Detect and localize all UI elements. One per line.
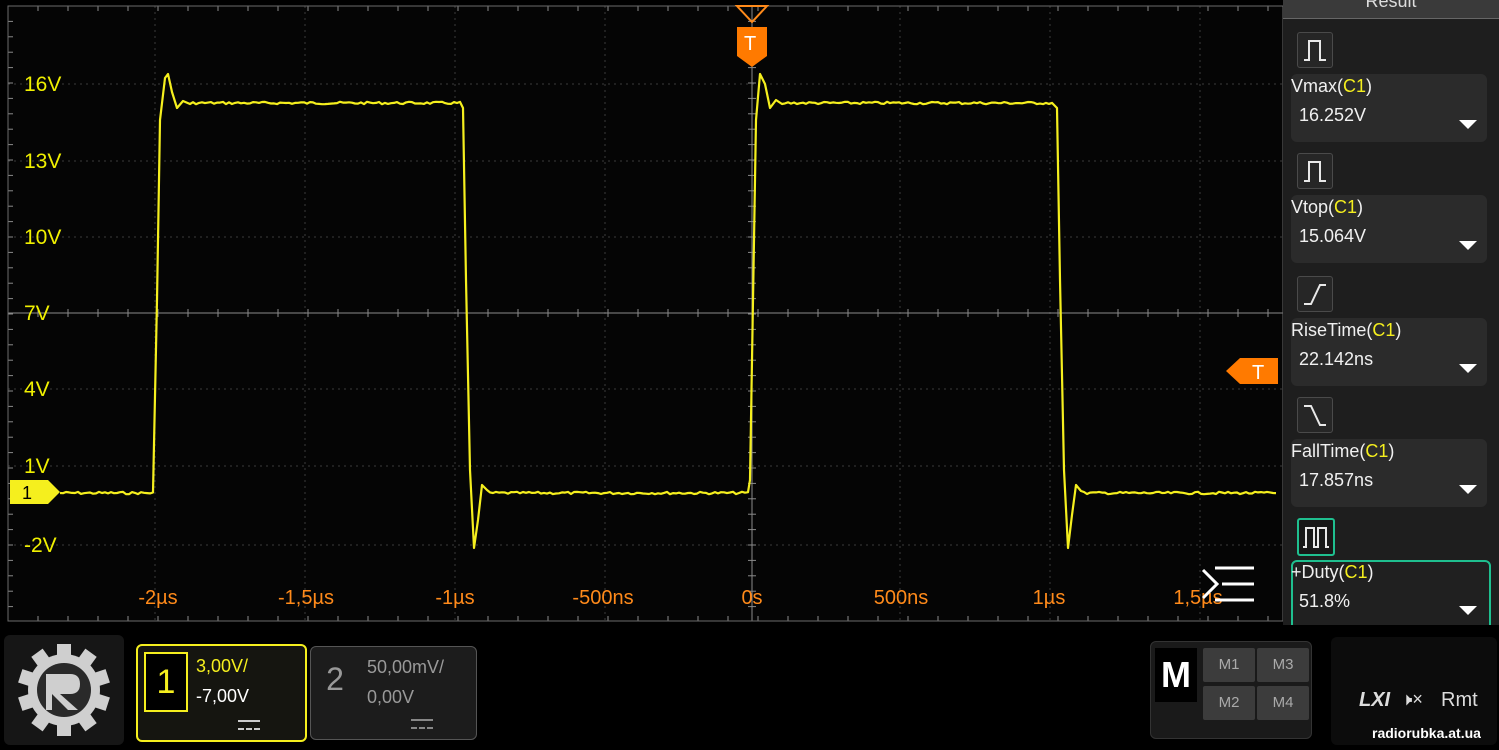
channel-2-scale: 50,00mV/ — [367, 657, 445, 677]
measurement-name: +Duty(C1) — [1291, 562, 1374, 582]
measurement-value: 51.8% — [1299, 591, 1351, 611]
fall-edge-icon[interactable] — [1297, 397, 1333, 433]
remote-status[interactable]: Rmt — [1441, 689, 1478, 712]
time-label: -2µs — [138, 587, 177, 609]
time-label: 1µs — [1033, 587, 1066, 609]
speaker-muted-icon[interactable]: 🕨× — [1401, 689, 1423, 710]
time-label: 500ns — [874, 587, 929, 609]
dc-coupling-icon — [238, 720, 260, 730]
watermark: radiorubka.at.ua — [1372, 725, 1481, 741]
rise-edge-icon[interactable] — [1297, 276, 1333, 312]
panel-header[interactable]: Result — [1283, 0, 1499, 19]
channel-1-scale: 3,00V/ — [196, 656, 249, 676]
channel-2-offset: 0,00V — [367, 687, 415, 707]
chevron-down-icon[interactable] — [1459, 364, 1477, 373]
measurement-name: FallTime(C1) — [1291, 441, 1395, 461]
time-label: -500ns — [572, 587, 633, 609]
channel-1-number: 1 — [144, 652, 188, 712]
lxi-status[interactable]: LXI — [1359, 689, 1390, 712]
voltage-label: -2V — [24, 534, 57, 557]
measurement-value: 17.857ns — [1299, 470, 1374, 490]
math-m3-button[interactable]: M3 — [1257, 648, 1309, 682]
time-label: 1,5µs — [1173, 587, 1222, 609]
dc-coupling-icon — [411, 719, 433, 729]
channel-2-settings[interactable]: 2 50,00mV/ 0,00V — [310, 646, 477, 740]
voltage-label: 7V — [24, 302, 50, 325]
pulse-icon[interactable] — [1297, 32, 1333, 68]
duty-icon[interactable] — [1297, 518, 1335, 556]
math-menu[interactable]: M M1 M3 M2 M4 — [1150, 641, 1312, 739]
pulse-icon[interactable] — [1297, 153, 1333, 189]
chevron-down-icon[interactable] — [1459, 241, 1477, 250]
time-label: 0s — [741, 587, 762, 609]
math-m4-button[interactable]: M4 — [1257, 686, 1309, 720]
measurement-value: 15.064V — [1299, 226, 1367, 246]
math-m1-button[interactable]: M1 — [1203, 648, 1255, 682]
home-button[interactable] — [4, 635, 124, 745]
measurement-name: Vtop(C1) — [1291, 197, 1364, 217]
time-label: -1µs — [435, 587, 474, 609]
svg-text:1: 1 — [22, 483, 32, 503]
time-label: -1,5µs — [278, 587, 334, 609]
voltage-label: 1V — [24, 455, 50, 478]
channel-1-settings[interactable]: 1 3,00V/ -7,00V — [136, 644, 307, 742]
measurement-name: Vmax(C1) — [1291, 76, 1373, 96]
measurement-panel: Result Vmax(C1) 16.252V Vtop(C1) 15.064V Ris… — [1283, 0, 1499, 632]
measurement-name: RiseTime(C1) — [1291, 320, 1402, 340]
math-label: M — [1155, 648, 1197, 702]
svg-text:T: T — [1252, 362, 1264, 384]
measurement-value: 16.252V — [1299, 105, 1367, 125]
voltage-label: 16V — [24, 73, 61, 96]
voltage-label: 4V — [24, 378, 50, 401]
chevron-down-icon[interactable] — [1459, 120, 1477, 129]
channel-2-number: 2 — [326, 661, 344, 697]
measurement-value: 22.142ns — [1299, 349, 1374, 369]
bottom-bar: 1 3,00V/ -7,00V 2 50,00mV/ 0,00V M M1 M3… — [0, 625, 1499, 750]
svg-text:T: T — [744, 33, 756, 55]
math-m2-button[interactable]: M2 — [1203, 686, 1255, 720]
gear-logo-icon — [18, 644, 110, 736]
voltage-label: 13V — [24, 150, 61, 173]
chevron-down-icon[interactable] — [1459, 606, 1477, 615]
chevron-down-icon[interactable] — [1459, 485, 1477, 494]
channel-1-offset: -7,00V — [196, 686, 250, 706]
voltage-label: 10V — [24, 226, 61, 249]
